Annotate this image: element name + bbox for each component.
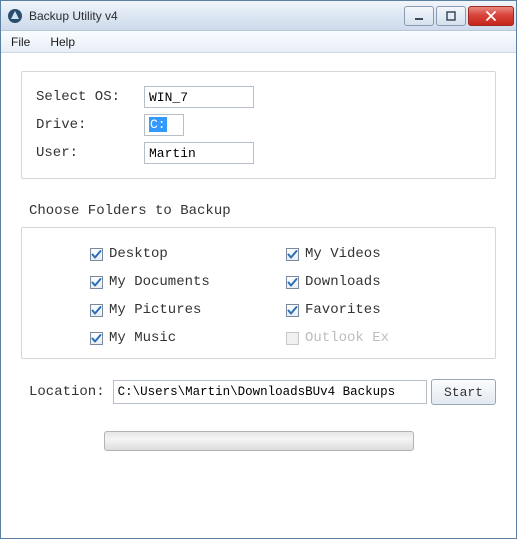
titlebar[interactable]: Backup Utility v4	[1, 1, 516, 31]
folder-label[interactable]: My Pictures	[109, 302, 201, 318]
folder-item: My Pictures	[90, 302, 270, 318]
os-drive-user-panel: Select OS: Drive: C: User:	[21, 71, 496, 179]
checkbox[interactable]	[90, 248, 103, 261]
drive-input[interactable]	[144, 114, 184, 136]
checkbox	[286, 332, 299, 345]
checkbox[interactable]	[90, 332, 103, 345]
folder-item: My Documents	[90, 274, 270, 290]
close-button[interactable]	[468, 6, 514, 26]
folder-item: My Music	[90, 330, 270, 346]
folder-label[interactable]: My Videos	[305, 246, 381, 262]
folder-label[interactable]: My Music	[109, 330, 176, 346]
location-input[interactable]	[113, 380, 427, 404]
checkbox[interactable]	[286, 304, 299, 317]
drive-row: Drive: C:	[36, 114, 481, 136]
folder-label: Outlook Ex	[305, 330, 389, 346]
maximize-button[interactable]	[436, 6, 466, 26]
folder-item: My Videos	[286, 246, 466, 262]
checkbox[interactable]	[90, 276, 103, 289]
user-input[interactable]	[144, 142, 254, 164]
window-title: Backup Utility v4	[29, 9, 404, 23]
folder-item: Downloads	[286, 274, 466, 290]
progress-wrap	[21, 431, 496, 451]
folder-item: Desktop	[90, 246, 270, 262]
location-row: Location: Start	[29, 379, 496, 405]
folder-label[interactable]: Downloads	[305, 274, 381, 290]
location-label: Location:	[29, 384, 105, 400]
checkbox[interactable]	[286, 276, 299, 289]
folder-item: Outlook Ex	[286, 330, 466, 346]
menu-help[interactable]: Help	[46, 33, 79, 51]
app-icon	[7, 8, 23, 24]
checkbox[interactable]	[90, 304, 103, 317]
checkbox[interactable]	[286, 248, 299, 261]
user-label: User:	[36, 145, 136, 161]
drive-label: Drive:	[36, 117, 136, 133]
folders-panel: Desktop My Videos My Documents Downloads My …	[21, 227, 496, 359]
os-input[interactable]	[144, 86, 254, 108]
folder-grid: Desktop My Videos My Documents Downloads My …	[50, 246, 483, 346]
folder-label[interactable]: Desktop	[109, 246, 168, 262]
folders-heading: Choose Folders to Backup	[29, 203, 496, 219]
os-label: Select OS:	[36, 89, 136, 105]
app-window: Backup Utility v4 File Help Select OS: D…	[0, 0, 517, 539]
os-row: Select OS:	[36, 86, 481, 108]
progress-bar	[104, 431, 414, 451]
menubar: File Help	[1, 31, 516, 53]
user-row: User:	[36, 142, 481, 164]
minimize-button[interactable]	[404, 6, 434, 26]
window-controls	[404, 6, 514, 26]
folder-label[interactable]: Favorites	[305, 302, 381, 318]
client-area: Select OS: Drive: C: User: Choose Folder…	[1, 53, 516, 538]
folder-item: Favorites	[286, 302, 466, 318]
start-button[interactable]: Start	[431, 379, 496, 405]
folder-label[interactable]: My Documents	[109, 274, 210, 290]
menu-file[interactable]: File	[7, 33, 34, 51]
